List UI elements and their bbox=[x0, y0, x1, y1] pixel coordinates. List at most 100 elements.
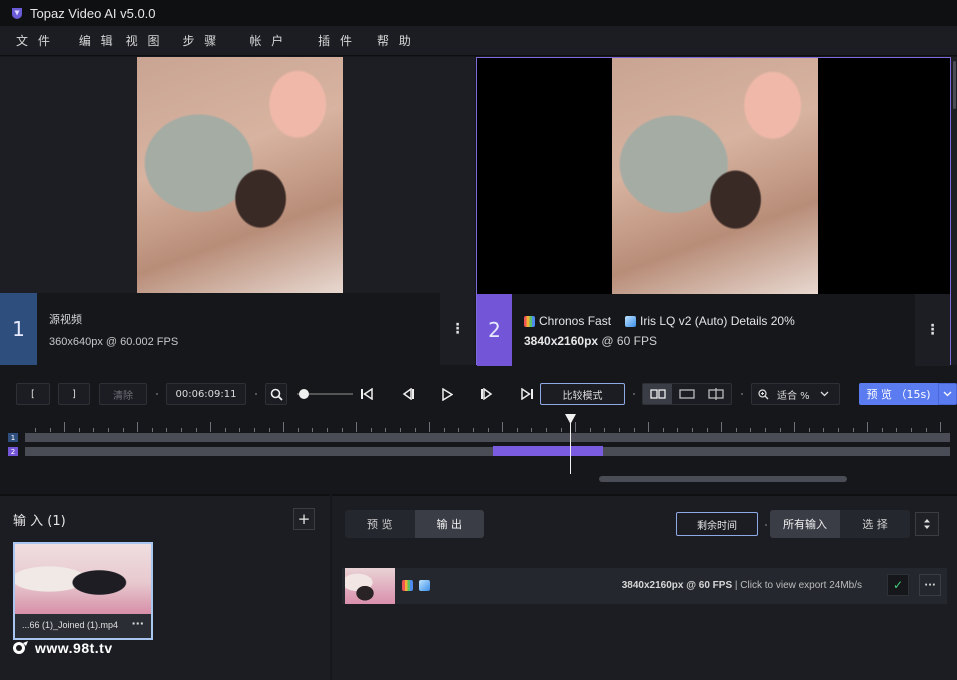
enhancement-icon bbox=[625, 315, 637, 327]
clip-more-button[interactable]: ··· bbox=[131, 617, 144, 630]
play-button[interactable] bbox=[436, 384, 458, 404]
output-more-button[interactable]: ⋮ bbox=[915, 294, 950, 366]
ruler-tick bbox=[925, 428, 927, 432]
zoom-timeline-button[interactable] bbox=[265, 383, 287, 405]
remaining-time-button[interactable]: 剩余时间 bbox=[676, 512, 758, 536]
filter-all-inputs[interactable]: 所有输入 bbox=[770, 510, 840, 538]
timeline-zoom-knob[interactable] bbox=[299, 389, 309, 399]
menu-account[interactable]: 帐 户 bbox=[249, 32, 286, 49]
view-side-by-side-button[interactable] bbox=[643, 384, 673, 404]
ruler-tick bbox=[546, 428, 547, 432]
ruler-tick bbox=[327, 428, 328, 432]
menu-edit[interactable]: 编 辑 bbox=[79, 32, 116, 49]
view-single-button[interactable] bbox=[672, 384, 701, 404]
ruler-tick bbox=[78, 428, 80, 432]
source-more-button[interactable]: ⋮ bbox=[440, 293, 475, 365]
mark-in-button[interactable]: [ bbox=[16, 383, 50, 405]
menu-file[interactable]: 文 件 bbox=[16, 32, 53, 49]
ruler-tick bbox=[297, 428, 299, 432]
preview-segment[interactable] bbox=[493, 446, 603, 456]
frame-interpolation-icon bbox=[402, 580, 413, 591]
ruler-tick bbox=[896, 428, 898, 432]
step-forward-icon bbox=[481, 388, 493, 400]
ruler-tick bbox=[794, 422, 796, 432]
output-spec: 3840x2160px @ 60 FPS bbox=[524, 334, 657, 348]
ruler-tick bbox=[385, 428, 387, 432]
separator bbox=[156, 393, 158, 395]
output-preview-pane[interactable]: 2 Chronos Fast Iris LQ v2 (Auto) Details… bbox=[476, 57, 951, 366]
ruler-tick bbox=[210, 422, 212, 432]
preview-button[interactable]: 预 览 （15s) bbox=[859, 383, 938, 405]
ruler-tick bbox=[881, 428, 883, 432]
job-info[interactable]: 3840x2160px @ 60 FPS | Click to view exp… bbox=[612, 580, 862, 591]
output-video-area bbox=[477, 58, 950, 294]
right-scrollbar-thumb[interactable] bbox=[953, 61, 956, 109]
tab-preview[interactable]: 预 览 bbox=[345, 510, 415, 538]
source-preview-pane[interactable]: 1 源视频 360x640px @ 60.002 FPS ⋮ bbox=[0, 57, 475, 365]
clear-button[interactable]: 清除 bbox=[99, 383, 147, 405]
mark-out-button[interactable]: ] bbox=[58, 383, 90, 405]
job-more-button[interactable]: ··· bbox=[919, 574, 941, 596]
ruler-tick bbox=[181, 428, 182, 432]
skip-start-icon bbox=[361, 388, 373, 400]
timecode-field[interactable]: 00:06:09:11 bbox=[166, 383, 246, 405]
exports-panel: 预 览 输 出 剩余时间 所有输入 选 择 3840x2160px @ 60 F… bbox=[332, 494, 957, 680]
menu-view[interactable]: 视 图 bbox=[126, 32, 163, 49]
timeline[interactable]: 1 2 bbox=[0, 414, 957, 494]
output-models: Chronos Fast Iris LQ v2 (Auto) Details 2… bbox=[524, 314, 795, 328]
single-view-icon bbox=[679, 389, 695, 399]
model-1-label: Chronos Fast bbox=[539, 314, 612, 328]
track-1[interactable] bbox=[25, 433, 950, 442]
ruler-tick bbox=[648, 422, 650, 432]
track-2[interactable] bbox=[25, 447, 950, 456]
export-job-row[interactable]: 3840x2160px @ 60 FPS | Click to view exp… bbox=[342, 568, 947, 604]
zoom-fit-dropdown[interactable]: 适合 % bbox=[751, 383, 840, 405]
add-input-button[interactable]: + bbox=[293, 508, 315, 530]
inputs-panel: 输 入 (1) + ...66 (1)_Joined (1).mp4 ··· w… bbox=[0, 494, 330, 680]
compare-mode-button[interactable]: 比较模式 bbox=[540, 383, 625, 405]
search-icon bbox=[270, 388, 283, 401]
skip-end-button[interactable] bbox=[516, 384, 538, 404]
menu-plugins[interactable]: 插 件 bbox=[318, 32, 355, 49]
view-mode-group bbox=[642, 383, 732, 405]
skip-start-button[interactable] bbox=[356, 384, 378, 404]
ruler-tick bbox=[560, 428, 562, 432]
tab-export[interactable]: 输 出 bbox=[414, 510, 484, 538]
ruler-tick bbox=[137, 422, 139, 432]
sort-button[interactable] bbox=[915, 512, 939, 536]
separator bbox=[633, 393, 635, 395]
playhead-handle[interactable] bbox=[565, 414, 576, 425]
timeline-scrollbar[interactable] bbox=[599, 476, 847, 482]
ruler-tick bbox=[458, 428, 460, 432]
ruler-tick bbox=[443, 428, 445, 432]
panel-tabs: 预 览 输 出 bbox=[345, 510, 484, 538]
right-scrollbar[interactable] bbox=[951, 57, 957, 365]
watermark-logo-icon bbox=[13, 641, 28, 654]
timeline-zoom-slider[interactable] bbox=[297, 389, 353, 399]
ruler-tick bbox=[429, 422, 431, 432]
menu-help[interactable]: 帮 助 bbox=[377, 32, 414, 49]
output-badge: 2 bbox=[477, 294, 512, 366]
ruler-tick bbox=[414, 428, 416, 432]
preview-options-button[interactable] bbox=[938, 383, 957, 405]
chevron-down-icon bbox=[820, 391, 829, 397]
playhead[interactable] bbox=[570, 422, 571, 474]
ruler-tick bbox=[633, 428, 635, 432]
watermark-text: www.98t.tv bbox=[35, 640, 113, 656]
job-done-button[interactable]: ✓ bbox=[887, 574, 909, 596]
menu-steps[interactable]: 步 骤 bbox=[182, 32, 219, 49]
input-clip-card[interactable]: ...66 (1)_Joined (1).mp4 ··· bbox=[13, 542, 153, 640]
ruler-tick bbox=[166, 428, 168, 432]
step-forward-button[interactable] bbox=[476, 384, 498, 404]
ruler-tick bbox=[823, 428, 825, 432]
source-label: 源视频 bbox=[49, 313, 82, 326]
timeline-ruler bbox=[25, 420, 950, 432]
step-back-button[interactable] bbox=[397, 384, 419, 404]
source-badge: 1 bbox=[0, 293, 37, 365]
view-split-button[interactable] bbox=[702, 384, 731, 404]
filter-selected[interactable]: 选 择 bbox=[840, 510, 910, 538]
ruler-tick bbox=[589, 428, 591, 432]
ruler-tick bbox=[195, 428, 197, 432]
ruler-tick bbox=[400, 428, 401, 432]
ruler-tick bbox=[735, 428, 737, 432]
